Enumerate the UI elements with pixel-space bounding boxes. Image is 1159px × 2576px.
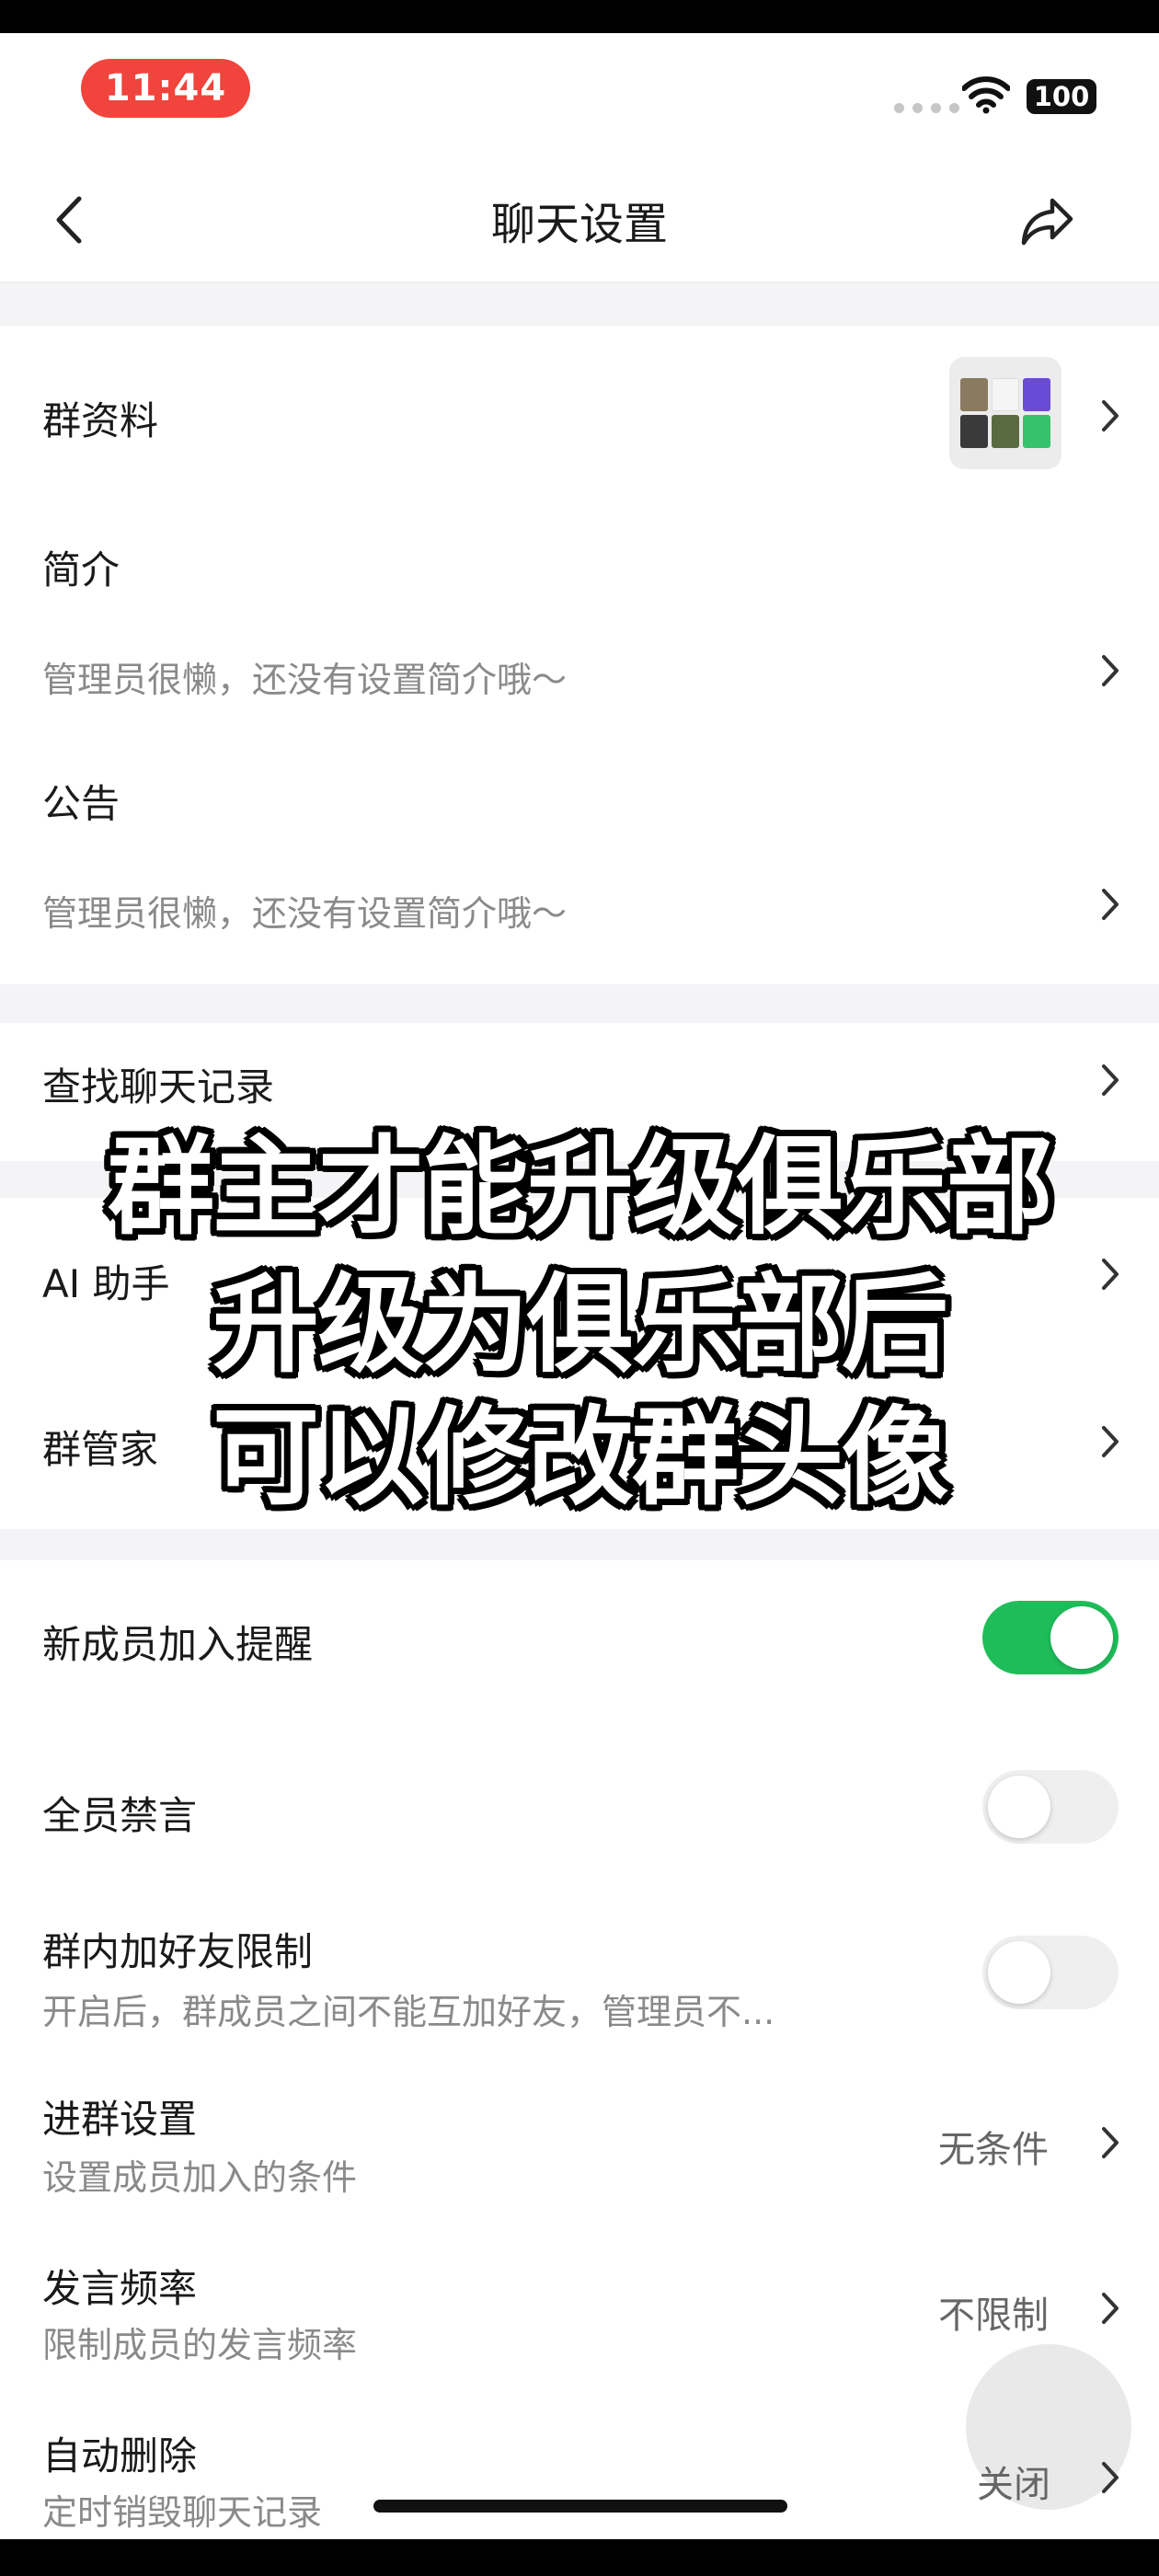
bottom-black-bar xyxy=(0,2539,1159,2576)
section-gap xyxy=(0,1529,1159,1560)
section-gap xyxy=(0,984,1159,1023)
overlay-caption-line-3: 可以修改群头像 xyxy=(212,1396,948,1520)
chevron-right-icon xyxy=(1102,2293,1119,2324)
signal-icon xyxy=(894,103,959,113)
mute-all-toggle[interactable] xyxy=(982,1770,1119,1844)
join-settings-desc: 设置成员加入的条件 xyxy=(42,2157,358,2198)
notice-label: 公告 xyxy=(42,781,120,826)
chevron-right-icon xyxy=(1102,1064,1119,1096)
friend-limit-toggle[interactable] xyxy=(982,1936,1119,2009)
battery-indicator: 100 xyxy=(1027,79,1096,114)
overlay-caption-line-2: 升级为俱乐部后 xyxy=(212,1263,948,1387)
notice-text: 管理员很懒，还没有设置简介哦～ xyxy=(42,893,568,934)
chevron-right-icon xyxy=(1102,2462,1119,2493)
section-gap xyxy=(0,283,1159,326)
friend-limit-label: 群内加好友限制 xyxy=(42,1929,314,1974)
auto-delete-desc: 定时销毁聊天记录 xyxy=(42,2492,323,2533)
group-avatar xyxy=(949,357,1061,469)
group-profile-label: 群资料 xyxy=(42,398,159,443)
new-member-alert-toggle[interactable] xyxy=(982,1601,1119,1674)
speak-rate-label: 发言频率 xyxy=(42,2266,198,2311)
mute-all-label: 全员禁言 xyxy=(42,1793,198,1838)
intro-text: 管理员很懒，还没有设置简介哦～ xyxy=(42,660,568,700)
top-black-bar xyxy=(0,0,1159,33)
overlay-caption-line-1: 群主才能升级俱乐部 xyxy=(108,1125,1053,1249)
chevron-right-icon xyxy=(1102,400,1119,431)
status-time: 11:44 xyxy=(81,59,250,118)
speak-rate-value: 不限制 xyxy=(938,2294,1049,2337)
speak-rate-desc: 限制成员的发言频率 xyxy=(42,2325,358,2365)
intro-label: 简介 xyxy=(42,547,120,592)
home-indicator xyxy=(373,2500,787,2513)
chevron-right-icon xyxy=(1102,655,1119,686)
friend-limit-desc: 开启后，群成员之间不能互加好友，管理员不... xyxy=(42,1992,775,2032)
join-settings-label: 进群设置 xyxy=(42,2097,198,2142)
new-member-alert-label: 新成员加入提醒 xyxy=(42,1622,314,1667)
wifi-icon xyxy=(962,76,1010,114)
chevron-right-icon xyxy=(1102,2127,1119,2158)
share-icon[interactable] xyxy=(1019,195,1074,247)
join-settings-value: 无条件 xyxy=(938,2129,1049,2171)
page-title: 聊天设置 xyxy=(490,199,668,250)
auto-delete-label: 自动删除 xyxy=(42,2433,198,2478)
notice-row[interactable] xyxy=(0,734,1159,984)
auto-delete-value: 关闭 xyxy=(977,2464,1050,2506)
chevron-right-icon xyxy=(1102,889,1119,920)
